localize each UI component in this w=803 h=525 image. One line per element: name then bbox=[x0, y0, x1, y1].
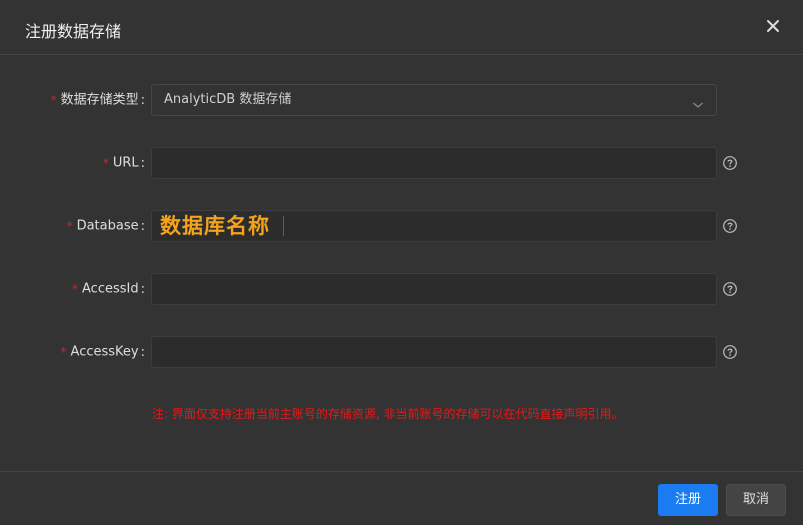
dialog-header: 注册数据存储 bbox=[0, 0, 803, 55]
help-icon[interactable] bbox=[722, 281, 738, 297]
form-row-url: * URL: bbox=[0, 147, 803, 179]
url-label: * URL: bbox=[102, 155, 145, 171]
database-value: 数据库名称 bbox=[160, 214, 270, 238]
required-mark: * bbox=[72, 282, 79, 296]
database-label: * Database: bbox=[66, 218, 145, 234]
database-input[interactable]: 数据库名称 bbox=[151, 210, 717, 242]
required-mark: * bbox=[60, 345, 67, 359]
required-mark: * bbox=[102, 156, 109, 170]
register-datastore-dialog: 注册数据存储 *数据存储类型: AnalyticDB 数据存储 *URL: bbox=[0, 0, 803, 525]
chevron-down-icon bbox=[692, 95, 704, 108]
access-key-input[interactable] bbox=[151, 336, 717, 368]
store-type-value: AnalyticDB 数据存储 bbox=[164, 92, 292, 107]
help-icon[interactable] bbox=[722, 155, 738, 171]
help-icon[interactable] bbox=[722, 344, 738, 360]
form-row-access-id: * AccessId: bbox=[0, 273, 803, 305]
form-row-database: * Database: 数据库名称 bbox=[0, 210, 803, 242]
text-cursor bbox=[283, 216, 284, 236]
cancel-button[interactable]: 取消 bbox=[726, 484, 786, 516]
dialog-title: 注册数据存储 bbox=[25, 22, 122, 41]
url-input[interactable] bbox=[151, 147, 717, 179]
access-id-input[interactable] bbox=[151, 273, 717, 305]
access-id-label: * AccessId: bbox=[72, 281, 145, 297]
form-row-access-key: * AccessKey: bbox=[0, 336, 803, 368]
required-mark: * bbox=[50, 93, 57, 107]
form-row-store-type: * 数据存储类型: AnalyticDB 数据存储 bbox=[0, 84, 803, 116]
store-type-select[interactable]: AnalyticDB 数据存储 bbox=[151, 84, 717, 116]
registration-note: 注: 界面仅支持注册当前主账号的存储资源, 非当前账号的存储可以在代码直接声明引… bbox=[152, 407, 624, 421]
required-mark: * bbox=[66, 219, 73, 233]
help-icon[interactable] bbox=[722, 218, 738, 234]
register-button[interactable]: 注册 bbox=[658, 484, 718, 516]
close-icon[interactable] bbox=[763, 16, 783, 36]
store-type-label: * 数据存储类型: bbox=[50, 92, 145, 108]
access-key-label: * AccessKey: bbox=[60, 344, 145, 360]
dialog-footer: 注册 取消 bbox=[0, 471, 803, 525]
